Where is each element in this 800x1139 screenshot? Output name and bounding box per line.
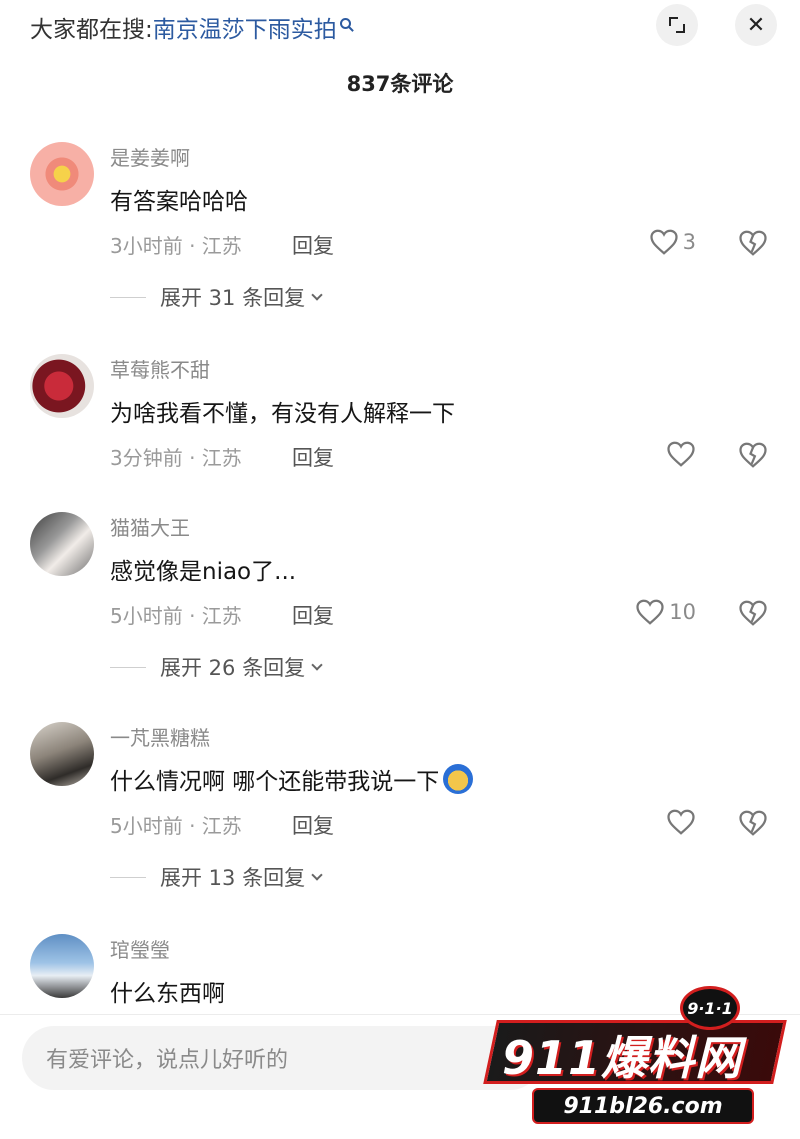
watermark-badge: 9·1·1 — [680, 986, 740, 1030]
trending-search[interactable]: 大家都在搜:南京温莎下雨实拍 — [30, 10, 351, 44]
trending-search-term[interactable]: 南京温莎下雨实拍 — [153, 17, 337, 43]
comment-text: 为啥我看不懂，有没有人解释一下 — [110, 401, 455, 427]
heart-icon — [667, 441, 695, 467]
avatar[interactable] — [30, 354, 94, 418]
chevron-down-icon — [311, 288, 323, 301]
broken-heart-icon[interactable] — [738, 440, 768, 470]
like-button[interactable] — [666, 808, 696, 836]
heart-icon — [667, 809, 695, 835]
reply-button[interactable]: 回复 — [292, 442, 334, 472]
comment-meta: 5小时前 · 江苏 — [110, 814, 242, 838]
watermark-logo: 911爆料网 9·1·1 911bl26.com — [468, 984, 798, 1134]
expand-icon — [669, 17, 685, 33]
broken-heart-icon[interactable] — [738, 228, 768, 258]
chevron-down-icon — [311, 868, 323, 881]
avatar[interactable] — [30, 934, 94, 998]
broken-heart-icon[interactable] — [738, 598, 768, 628]
search-icon — [339, 18, 351, 29]
comment-meta: 3分钟前 · 江苏 — [110, 446, 242, 470]
confused-emoji-icon — [443, 764, 474, 794]
watermark-title: 911爆料网 — [502, 1031, 743, 1085]
avatar[interactable] — [30, 512, 94, 576]
comment-count: 837条评论 — [346, 72, 454, 96]
trending-search-prefix: 大家都在搜: — [30, 17, 153, 43]
heart-icon — [636, 599, 664, 625]
expand-button[interactable] — [656, 4, 698, 46]
comment-username[interactable]: 猫猫大王 — [110, 512, 190, 541]
like-count: 3 — [682, 230, 696, 254]
comment-meta: 5小时前 · 江苏 — [110, 604, 242, 628]
divider — [110, 296, 146, 298]
like-count: 10 — [669, 600, 696, 624]
expand-replies-label: 展开 13 条回复 — [160, 866, 306, 890]
expand-replies[interactable]: 展开 13 条回复 — [110, 862, 323, 892]
watermark-url: 911bl26.com — [532, 1088, 754, 1124]
top-bar: 大家都在搜:南京温莎下雨实拍 ✕ — [0, 0, 800, 60]
expand-replies-label: 展开 31 条回复 — [160, 286, 306, 310]
avatar[interactable] — [30, 142, 94, 206]
close-button[interactable]: ✕ — [735, 4, 777, 46]
heart-icon — [649, 229, 678, 255]
like-button[interactable]: 10 — [635, 598, 696, 626]
comment-meta: 3小时前 · 江苏 — [110, 234, 242, 258]
comment-username[interactable]: 一芃黑糖糕 — [110, 722, 210, 751]
expand-replies[interactable]: 展开 26 条回复 — [110, 652, 323, 682]
reply-button[interactable]: 回复 — [292, 810, 334, 840]
chevron-down-icon — [311, 658, 323, 671]
comment-text: 感觉像是niao了... — [110, 559, 297, 585]
broken-heart-icon[interactable] — [738, 808, 768, 838]
comment-username[interactable]: 是姜姜啊 — [110, 142, 190, 171]
comment-input[interactable]: 有爱评论，说点儿好听的 — [22, 1026, 542, 1090]
comment-text-wrap: 什么情况啊 哪个还能带我说一下 — [110, 762, 474, 796]
close-icon: ✕ — [746, 12, 766, 38]
like-button[interactable]: 3 — [649, 228, 696, 256]
comment-text: 什么情况啊 哪个还能带我说一下 — [110, 769, 440, 795]
reply-button[interactable]: 回复 — [292, 600, 334, 630]
comment-username[interactable]: 草莓熊不甜 — [110, 354, 210, 383]
comment-text: 什么东西啊 — [110, 981, 225, 1007]
divider — [110, 666, 146, 668]
like-button[interactable] — [666, 440, 696, 468]
comment-username[interactable]: 琯瑩瑩 — [110, 934, 170, 963]
expand-replies-label: 展开 26 条回复 — [160, 656, 306, 680]
expand-replies[interactable]: 展开 31 条回复 — [110, 282, 323, 312]
comment-text: 有答案哈哈哈 — [110, 189, 248, 215]
avatar[interactable] — [30, 722, 94, 786]
comment-input-placeholder: 有爱评论，说点儿好听的 — [46, 1048, 289, 1073]
divider — [110, 876, 146, 878]
reply-button[interactable]: 回复 — [292, 230, 334, 260]
